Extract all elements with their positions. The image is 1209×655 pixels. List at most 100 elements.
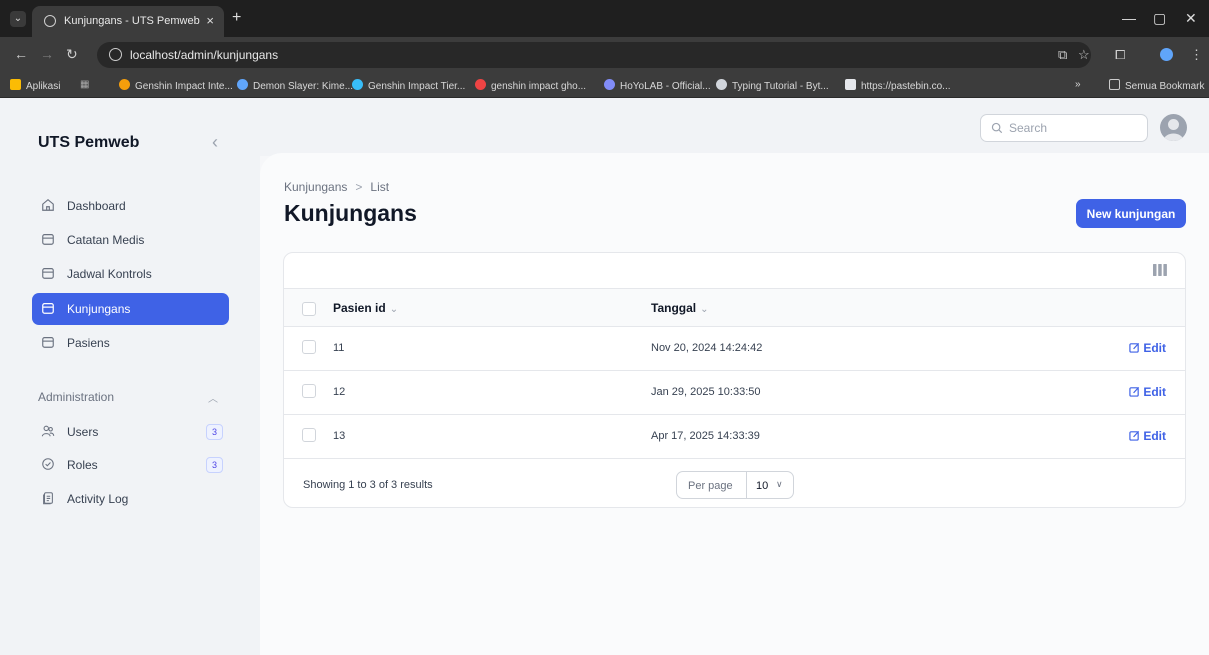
cell-tanggal: Nov 20, 2024 14:24:42: [651, 342, 763, 354]
sidebar-item-kunjungans[interactable]: Kunjungans: [32, 293, 229, 325]
document-copy-icon: [43, 492, 53, 505]
bookmark-favicon-icon: [475, 79, 486, 90]
extensions-icon[interactable]: ⧠: [1115, 47, 1125, 63]
breadcrumb: Kunjungans > List: [284, 180, 389, 194]
bookmark-item[interactable]: Genshin Impact Inte...: [119, 79, 233, 92]
browser-tab[interactable]: Kunjungans - UTS Pemweb ×: [32, 6, 224, 37]
sidebar-item-label: Dashboard: [67, 199, 126, 213]
per-page-select[interactable]: Per page 10 ∨: [676, 471, 794, 499]
tab-close-button[interactable]: ×: [206, 13, 214, 28]
profile-icon[interactable]: [1160, 48, 1173, 61]
sidebar-item-roles[interactable]: Roles 3: [32, 449, 229, 481]
bookmark-item[interactable]: Genshin Impact Tier...: [352, 79, 465, 92]
address-bar[interactable]: localhost/admin/kunjungans: [97, 42, 1091, 68]
sidebar: UTS Pemweb ‹ Dashboard Catatan Medis Jad…: [0, 98, 260, 655]
pencil-square-icon: [1129, 342, 1140, 353]
brand-title[interactable]: UTS Pemweb: [38, 134, 139, 152]
bookmark-favicon-icon: [237, 79, 248, 90]
bookmark-item[interactable]: genshin impact gho...: [475, 79, 586, 92]
sidebar-item-label: Kunjungans: [67, 302, 131, 316]
new-tab-button[interactable]: +: [232, 9, 241, 27]
chevron-up-icon[interactable]: ︿: [208, 390, 218, 405]
table-row: 13 Apr 17, 2025 14:33:39 Edit: [284, 415, 1185, 459]
user-avatar[interactable]: [1160, 114, 1187, 141]
sidebar-item-label: Users: [67, 425, 99, 439]
breadcrumb-separator: >: [355, 180, 363, 194]
chevron-down-icon: ⌄: [389, 304, 399, 315]
table-footer: Showing 1 to 3 of 3 results Per page 10 …: [284, 463, 1185, 507]
browser-nav-bar: ← → ↻ localhost/admin/kunjungans ⧉ ☆ ⧠ ⋮: [0, 37, 1209, 73]
all-bookmarks-button[interactable]: Semua Bookmark: [1109, 79, 1204, 92]
pencil-square-icon: [1129, 430, 1140, 441]
row-checkbox[interactable]: [302, 340, 316, 354]
sidebar-item-pasiens[interactable]: Pasiens: [32, 327, 229, 359]
global-search[interactable]: [980, 114, 1148, 142]
cell-tanggal: Jan 29, 2025 10:33:50: [651, 386, 761, 398]
bookmark-favicon-icon: [352, 79, 363, 90]
tab-search-dropdown[interactable]: ⌄: [10, 11, 26, 27]
edit-button[interactable]: Edit: [1129, 429, 1166, 443]
cell-tanggal: Apr 17, 2025 14:33:39: [651, 430, 760, 442]
row-checkbox[interactable]: [302, 384, 316, 398]
row-checkbox[interactable]: [302, 428, 316, 442]
search-input[interactable]: [1009, 119, 1139, 137]
new-kunjungan-button[interactable]: New kunjungan: [1076, 199, 1186, 228]
per-page-value: 10: [756, 480, 769, 492]
site-info-icon[interactable]: [109, 48, 122, 61]
bookmark-apps[interactable]: Aplikasi: [10, 79, 60, 92]
browser-tab-bar: ⌄ Kunjungans - UTS Pemweb × + — ▢ ✕: [0, 0, 1209, 37]
group-label-administration[interactable]: Administration: [38, 390, 114, 404]
home-icon: [42, 199, 54, 211]
results-summary: Showing 1 to 3 of 3 results: [303, 479, 433, 491]
sidebar-item-label: Jadwal Kontrols: [67, 267, 152, 281]
sidebar-item-users[interactable]: Users 3: [32, 416, 229, 448]
table-row: 12 Jan 29, 2025 10:33:50 Edit: [284, 371, 1185, 415]
sidebar-item-label: Roles: [67, 458, 98, 472]
sidebar-item-label: Catatan Medis: [67, 233, 145, 247]
bookmark-item[interactable]: https://pastebin.co...: [845, 79, 951, 92]
bookmark-item[interactable]: Typing Tutorial - Byt...: [716, 79, 829, 92]
bookmark-star-icon[interactable]: ☆: [1078, 47, 1090, 63]
bookmark-favicon-icon: [119, 79, 130, 90]
window-close-icon[interactable]: ✕: [1185, 10, 1197, 27]
pencil-square-icon: [1129, 386, 1140, 397]
page-title: Kunjungans: [284, 200, 417, 226]
count-badge: 3: [206, 457, 223, 473]
maximize-icon[interactable]: ▢: [1153, 10, 1166, 27]
reload-icon[interactable]: ↻: [66, 46, 78, 63]
edit-button[interactable]: Edit: [1129, 385, 1166, 399]
breadcrumb-link-kunjungans[interactable]: Kunjungans: [284, 180, 347, 194]
bookmark-grid-icon[interactable]: ▦: [80, 79, 89, 90]
cell-pasien-id: 11: [333, 342, 345, 354]
chevron-down-icon: ∨: [776, 479, 783, 489]
sidebar-item-catatan-medis[interactable]: Catatan Medis: [32, 224, 229, 256]
bookmark-item[interactable]: HoYoLAB - Official...: [604, 79, 711, 92]
bookmark-favicon-icon: [604, 79, 615, 90]
bookmark-favicon-icon: [845, 79, 856, 90]
sidebar-item-dashboard[interactable]: Dashboard: [32, 190, 229, 222]
url-text[interactable]: localhost/admin/kunjungans: [130, 48, 278, 62]
bookmark-item[interactable]: Demon Slayer: Kime...: [237, 79, 353, 92]
collapse-sidebar-icon[interactable]: ‹: [212, 132, 218, 153]
chevron-down-icon: ⌄: [700, 304, 709, 315]
column-header-pasien-id[interactable]: Pasien id ⌄: [333, 301, 398, 315]
shield-check-icon: [42, 458, 54, 470]
app: UTS Pemweb ‹ Dashboard Catatan Medis Jad…: [0, 98, 1209, 655]
back-icon[interactable]: ←: [14, 46, 28, 62]
main-content: Kunjungans > List Kunjungans New kunjungan…: [260, 153, 1209, 655]
sidebar-item-jadwal-kontrols[interactable]: Jadwal Kontrols: [32, 258, 229, 290]
column-header-tanggal[interactable]: Tanggal ⌄: [651, 301, 709, 315]
minimize-icon[interactable]: —: [1122, 10, 1136, 26]
menu-kebab-icon[interactable]: ⋮: [1190, 47, 1203, 63]
sidebar-item-activity-log[interactable]: Activity Log: [32, 483, 229, 515]
forward-icon[interactable]: →: [40, 46, 54, 62]
cell-pasien-id: 12: [333, 386, 346, 398]
inbox-icon: [42, 337, 54, 348]
column-toggle-icon[interactable]: [1153, 264, 1167, 276]
globe-icon: [44, 15, 56, 27]
edit-button[interactable]: Edit: [1129, 341, 1166, 355]
select-all-checkbox[interactable]: [302, 302, 316, 316]
more-bookmarks-button[interactable]: »: [1075, 79, 1081, 90]
inbox-icon: [42, 268, 54, 279]
translate-icon[interactable]: ⧉: [1058, 47, 1067, 63]
